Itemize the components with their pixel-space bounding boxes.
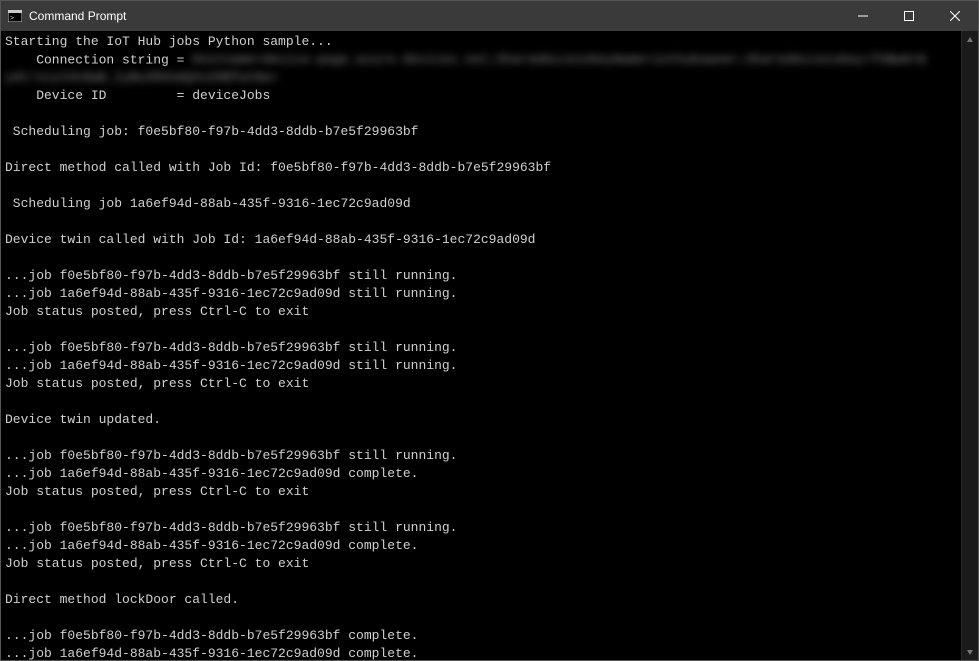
terminal-line: ...job 1a6ef94d-88ab-435f-9316-1ec72c9ad… (5, 285, 974, 303)
terminal-line: Job status posted, press Ctrl-C to exit (5, 483, 974, 501)
titlebar: >_ Command Prompt (1, 1, 978, 31)
minimize-button[interactable] (840, 1, 886, 31)
vertical-scrollbar[interactable] (961, 31, 978, 660)
terminal-line: Device ID = deviceJobs (5, 87, 974, 105)
window-title: Command Prompt (29, 9, 840, 23)
cmd-icon: >_ (7, 8, 23, 24)
terminal-line: ...job 1a6ef94d-88ab-435f-9316-1ec72c9ad… (5, 465, 974, 483)
terminal-line: ...job 1a6ef94d-88ab-435f-9316-1ec72c9ad… (5, 645, 974, 660)
terminal-line (5, 213, 974, 231)
window-controls (840, 1, 978, 31)
terminal-line (5, 429, 974, 447)
terminal-line: ...job f0e5bf80-f97b-4dd3-8ddb-b7e5f2996… (5, 519, 974, 537)
terminal-line: ...job f0e5bf80-f97b-4dd3-8ddb-b7e5f2996… (5, 339, 974, 357)
terminal-line: ...job 1a6ef94d-88ab-435f-9316-1ec72c9ad… (5, 537, 974, 555)
terminal-line: Scheduling job 1a6ef94d-88ab-435f-9316-1… (5, 195, 974, 213)
terminal-line: ydt/xcytHx0wN_IyBu2RdsmQXvZHBfwtNa= (5, 69, 974, 87)
terminal-line: Connection string = Hostname=device-page… (5, 51, 974, 69)
scroll-track[interactable] (962, 48, 978, 643)
terminal-line (5, 501, 974, 519)
terminal-line: ...job f0e5bf80-f97b-4dd3-8ddb-b7e5f2996… (5, 447, 974, 465)
terminal-line (5, 177, 974, 195)
terminal-line: Starting the IoT Hub jobs Python sample.… (5, 33, 974, 51)
terminal-line (5, 573, 974, 591)
terminal-line: Direct method called with Job Id: f0e5bf… (5, 159, 974, 177)
redacted-text: ydt/xcytHx0wN_IyBu2RdsmQXvZHBfwtNa= (5, 69, 278, 87)
terminal-line: Scheduling job: f0e5bf80-f97b-4dd3-8ddb-… (5, 123, 974, 141)
terminal-line (5, 249, 974, 267)
terminal-container: Starting the IoT Hub jobs Python sample.… (1, 31, 978, 660)
terminal-line: Job status posted, press Ctrl-C to exit (5, 555, 974, 573)
scroll-up-arrow[interactable] (962, 31, 978, 48)
svg-text:>_: >_ (10, 14, 19, 22)
terminal-line: ...job f0e5bf80-f97b-4dd3-8ddb-b7e5f2996… (5, 267, 974, 285)
terminal-line (5, 105, 974, 123)
terminal-line (5, 321, 974, 339)
terminal-line: Device twin called with Job Id: 1a6ef94d… (5, 231, 974, 249)
terminal-line: Job status posted, press Ctrl-C to exit (5, 375, 974, 393)
terminal-line: ...job f0e5bf80-f97b-4dd3-8ddb-b7e5f2996… (5, 627, 974, 645)
terminal-line: Job status posted, press Ctrl-C to exit (5, 303, 974, 321)
terminal-line (5, 393, 974, 411)
terminal-line (5, 609, 974, 627)
terminal-line: ...job 1a6ef94d-88ab-435f-9316-1ec72c9ad… (5, 357, 974, 375)
close-button[interactable] (932, 1, 978, 31)
scroll-down-arrow[interactable] (962, 643, 978, 660)
terminal-line (5, 141, 974, 159)
terminal-line: Device twin updated. (5, 411, 974, 429)
redacted-text: Hostname=device-page.azure-devices.net;S… (192, 51, 925, 69)
terminal-line: Direct method lockDoor called. (5, 591, 974, 609)
terminal-output[interactable]: Starting the IoT Hub jobs Python sample.… (1, 31, 978, 660)
maximize-button[interactable] (886, 1, 932, 31)
